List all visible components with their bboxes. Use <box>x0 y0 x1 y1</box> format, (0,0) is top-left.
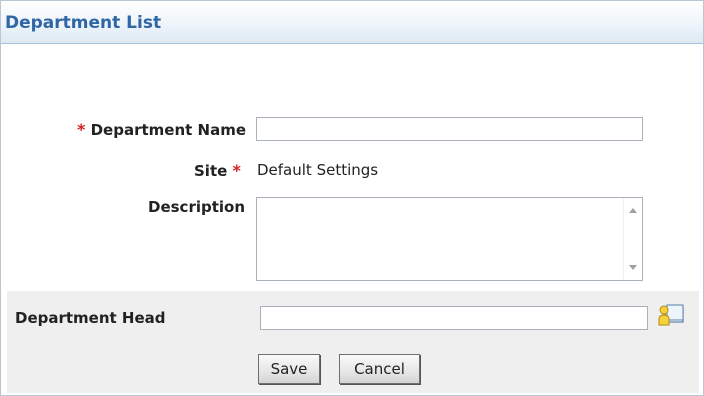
description-textarea[interactable] <box>256 197 643 281</box>
user-lookup-icon[interactable] <box>657 303 685 327</box>
department-head-label: Department Head <box>15 309 166 327</box>
department-head-input[interactable] <box>260 306 648 330</box>
scroll-down-icon[interactable] <box>629 265 637 270</box>
save-button[interactable]: Save <box>258 354 320 384</box>
site-label: Site <box>194 162 228 180</box>
department-name-input[interactable] <box>256 117 643 141</box>
department-name-label-group: * Department Name <box>77 120 246 139</box>
site-label-group: Site * <box>194 161 241 180</box>
required-asterisk: * <box>232 161 241 180</box>
department-form-panel: Department List * Department Name Site *… <box>0 0 704 396</box>
panel-header: Department List <box>1 1 703 44</box>
description-label: Description <box>148 198 246 216</box>
description-scrollbar[interactable] <box>623 198 642 280</box>
page-title: Department List <box>5 13 162 33</box>
cancel-button[interactable]: Cancel <box>339 354 420 384</box>
department-name-label: Department Name <box>90 121 247 139</box>
site-value: Default Settings <box>257 161 379 179</box>
required-asterisk: * <box>77 120 86 139</box>
scroll-up-icon[interactable] <box>629 208 637 213</box>
